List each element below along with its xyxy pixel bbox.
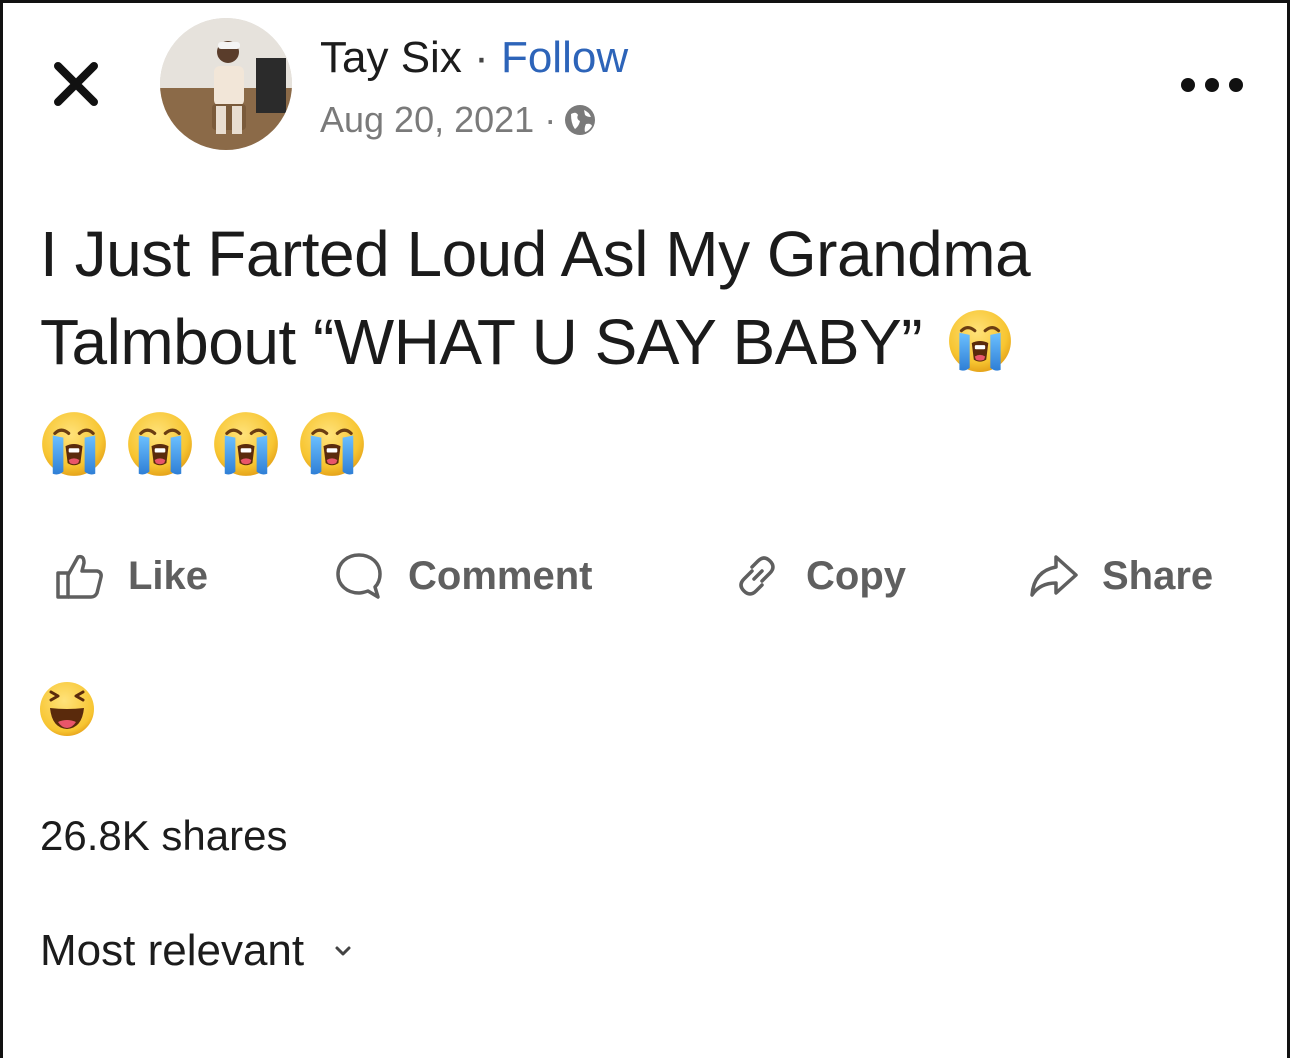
copy-label: Copy — [806, 553, 906, 598]
loudly-crying-face-icon — [298, 410, 366, 478]
loudly-crying-face-icon — [40, 410, 108, 478]
shares-count[interactable]: 26.8K shares — [40, 812, 288, 860]
globe-icon — [565, 105, 596, 135]
copy-button[interactable]: Copy — [730, 540, 906, 612]
loudly-crying-face-icon — [212, 410, 280, 478]
share-button[interactable]: Share — [1026, 540, 1213, 612]
loudly-crying-face-icon — [126, 410, 194, 478]
more-options-button[interactable] — [1176, 70, 1248, 100]
post-body: I Just Farted Loud Asl My Grandma Talmbo… — [40, 210, 1250, 386]
more-icon — [1181, 78, 1243, 92]
comment-sort-dropdown[interactable]: Most relevant — [40, 926, 354, 976]
avatar[interactable] — [160, 18, 292, 150]
post-frame — [0, 0, 1290, 1058]
post-meta: Aug 20, 2021 · — [320, 96, 598, 144]
like-button[interactable]: Like — [52, 540, 208, 612]
comment-button[interactable]: Comment — [332, 540, 592, 612]
emoji-row — [40, 410, 366, 482]
share-label: Share — [1102, 553, 1214, 598]
loudly-crying-face-icon — [947, 308, 1013, 374]
haha-reaction-icon[interactable] — [38, 680, 96, 738]
chevron-down-icon — [335, 946, 351, 956]
sort-label: Most relevant — [40, 926, 305, 975]
link-icon — [739, 556, 775, 596]
close-button[interactable] — [48, 56, 104, 112]
post-header: Tay Six · Follow — [320, 32, 628, 84]
post-text-line-1: I Just Farted Loud Asl My Grandma — [40, 218, 1031, 290]
close-icon — [54, 62, 98, 106]
thumbs-up-icon — [56, 554, 103, 599]
separator-dot: · — [474, 33, 489, 82]
comment-icon — [336, 553, 382, 599]
avatar-photo — [160, 18, 292, 150]
comment-label: Comment — [408, 553, 593, 598]
post-date[interactable]: Aug 20, 2021 · — [320, 96, 556, 144]
author-name[interactable]: Tay Six — [320, 33, 462, 82]
share-arrow-icon — [1030, 555, 1078, 597]
action-bar: Like Comment Copy Share — [40, 540, 1250, 612]
like-label: Like — [128, 553, 209, 598]
post-text-line-2-wrap: Talmbout “WHAT U SAY BABY” — [40, 298, 1250, 386]
post-text-line-2: Talmbout “WHAT U SAY BABY” — [40, 306, 923, 378]
follow-button[interactable]: Follow — [501, 33, 628, 82]
